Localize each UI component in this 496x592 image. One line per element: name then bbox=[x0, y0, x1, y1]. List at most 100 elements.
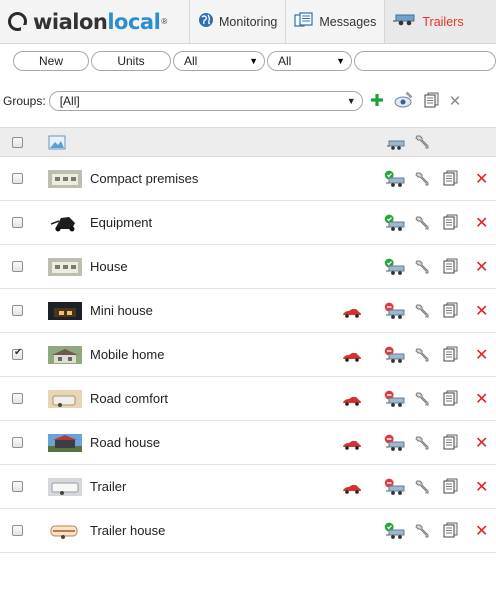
groups-label: Groups: bbox=[3, 94, 46, 108]
table-row[interactable]: Road comfort ✕ bbox=[0, 377, 496, 421]
image-column-icon[interactable] bbox=[48, 135, 66, 153]
visibility-icon[interactable] bbox=[394, 91, 414, 112]
top-bar: wialonlocal ® Monitoring Messages Traile… bbox=[0, 0, 496, 44]
table-row[interactable]: Mobile home ✕ bbox=[0, 333, 496, 377]
copy-icon[interactable] bbox=[443, 390, 458, 409]
tab-monitoring-label: Monitoring bbox=[219, 14, 278, 29]
wrench-icon[interactable] bbox=[414, 391, 430, 410]
car-icon[interactable] bbox=[342, 306, 362, 321]
close-icon[interactable]: ✕ bbox=[449, 92, 462, 110]
trailer-name[interactable]: Compact premises bbox=[90, 171, 198, 186]
filter-select-2[interactable]: All ▼ bbox=[267, 51, 352, 71]
wrench-icon[interactable] bbox=[414, 347, 430, 366]
logo-text: wialonlocal bbox=[33, 9, 161, 34]
trailer-status-green-icon[interactable] bbox=[384, 170, 406, 191]
app-logo[interactable]: wialonlocal ® bbox=[0, 0, 190, 43]
add-group-icon[interactable] bbox=[370, 93, 384, 110]
car-icon[interactable] bbox=[342, 438, 362, 453]
trailer-image-house bbox=[48, 346, 82, 364]
row-checkbox[interactable] bbox=[12, 217, 23, 228]
table-row[interactable]: Mini house ✕ bbox=[0, 289, 496, 333]
row-checkbox[interactable] bbox=[12, 347, 23, 360]
globe-icon bbox=[198, 12, 214, 31]
trailer-status-green-icon[interactable] bbox=[384, 522, 406, 543]
new-button-label: New bbox=[38, 54, 63, 68]
table-row[interactable]: Road house ✕ bbox=[0, 421, 496, 465]
tab-trailers[interactable]: Trailers bbox=[385, 0, 496, 43]
delete-icon[interactable]: ✕ bbox=[475, 301, 488, 320]
car-icon[interactable] bbox=[342, 350, 362, 365]
trailer-name[interactable]: Trailer bbox=[90, 479, 126, 494]
copy-icon[interactable] bbox=[424, 92, 439, 111]
table-row[interactable]: Trailer ✕ bbox=[0, 465, 496, 509]
row-checkbox[interactable] bbox=[12, 525, 23, 536]
trailer-status-red-icon[interactable] bbox=[384, 390, 406, 411]
tab-monitoring[interactable]: Monitoring bbox=[190, 0, 287, 43]
copy-icon[interactable] bbox=[443, 170, 458, 189]
delete-icon[interactable]: ✕ bbox=[475, 257, 488, 276]
trailer-status-red-icon[interactable] bbox=[384, 478, 406, 499]
wrench-icon[interactable] bbox=[414, 303, 430, 322]
row-checkbox[interactable] bbox=[12, 481, 23, 492]
copy-icon[interactable] bbox=[443, 478, 458, 497]
select-all-checkbox[interactable] bbox=[12, 137, 23, 148]
tab-messages[interactable]: Messages bbox=[286, 0, 386, 43]
units-button[interactable]: Units bbox=[91, 51, 171, 71]
trailer-status-red-icon[interactable] bbox=[384, 302, 406, 323]
wrench-column-icon[interactable] bbox=[414, 134, 430, 153]
trailer-name[interactable]: Equipment bbox=[90, 215, 152, 230]
trailer-column-icon[interactable] bbox=[387, 138, 405, 153]
table-row[interactable]: Trailer house ✕ bbox=[0, 509, 496, 553]
wrench-icon[interactable] bbox=[414, 435, 430, 454]
copy-icon[interactable] bbox=[443, 258, 458, 277]
wrench-icon[interactable] bbox=[414, 171, 430, 190]
car-icon[interactable] bbox=[342, 394, 362, 409]
table-row[interactable]: House ✕ bbox=[0, 245, 496, 289]
delete-icon[interactable]: ✕ bbox=[475, 477, 488, 496]
trailer-status-green-icon[interactable] bbox=[384, 214, 406, 235]
row-checkbox[interactable] bbox=[12, 393, 23, 404]
wrench-icon[interactable] bbox=[414, 479, 430, 498]
trailer-status-red-icon[interactable] bbox=[384, 346, 406, 367]
trailer-name[interactable]: Mini house bbox=[90, 303, 153, 318]
row-checkbox[interactable] bbox=[12, 173, 23, 184]
tab-trailers-label: Trailers bbox=[422, 14, 464, 29]
trailer-name[interactable]: House bbox=[90, 259, 128, 274]
wrench-icon[interactable] bbox=[414, 259, 430, 278]
search-input[interactable] bbox=[354, 51, 496, 71]
table-row[interactable]: Equipment ✕ bbox=[0, 201, 496, 245]
delete-icon[interactable]: ✕ bbox=[475, 213, 488, 232]
trailer-status-green-icon[interactable] bbox=[384, 258, 406, 279]
table-row[interactable]: Compact premises ✕ bbox=[0, 157, 496, 201]
copy-icon[interactable] bbox=[443, 346, 458, 365]
row-checkbox[interactable] bbox=[12, 261, 23, 272]
new-button[interactable]: New bbox=[13, 51, 89, 71]
trailer-image-sand bbox=[48, 390, 82, 408]
delete-icon[interactable]: ✕ bbox=[475, 433, 488, 452]
filter-select-2-value: All bbox=[278, 54, 292, 68]
copy-icon[interactable] bbox=[443, 434, 458, 453]
row-checkbox[interactable] bbox=[12, 305, 23, 316]
delete-icon[interactable]: ✕ bbox=[475, 521, 488, 540]
dropdown-arrow-icon: ▼ bbox=[336, 56, 345, 66]
trailer-name[interactable]: Mobile home bbox=[90, 347, 164, 362]
delete-icon[interactable]: ✕ bbox=[475, 169, 488, 188]
filter-select-1[interactable]: All ▼ bbox=[173, 51, 265, 71]
copy-icon[interactable] bbox=[443, 214, 458, 233]
trailer-name[interactable]: Road comfort bbox=[90, 391, 168, 406]
groups-select[interactable]: [All] ▼ bbox=[48, 91, 363, 111]
copy-icon[interactable] bbox=[443, 302, 458, 321]
trailer-image-night bbox=[48, 302, 82, 320]
trailer-name[interactable]: Road house bbox=[90, 435, 160, 450]
copy-icon[interactable] bbox=[443, 522, 458, 541]
logo-registered-mark: ® bbox=[161, 17, 168, 26]
trailer-status-red-icon[interactable] bbox=[384, 434, 406, 455]
row-checkbox[interactable] bbox=[12, 437, 23, 448]
delete-icon[interactable]: ✕ bbox=[475, 389, 488, 408]
wrench-icon[interactable] bbox=[414, 523, 430, 542]
trailer-name[interactable]: Trailer house bbox=[90, 523, 165, 538]
trailer-image-equipment bbox=[48, 214, 82, 232]
delete-icon[interactable]: ✕ bbox=[475, 345, 488, 364]
car-icon[interactable] bbox=[342, 482, 362, 497]
wrench-icon[interactable] bbox=[414, 215, 430, 234]
